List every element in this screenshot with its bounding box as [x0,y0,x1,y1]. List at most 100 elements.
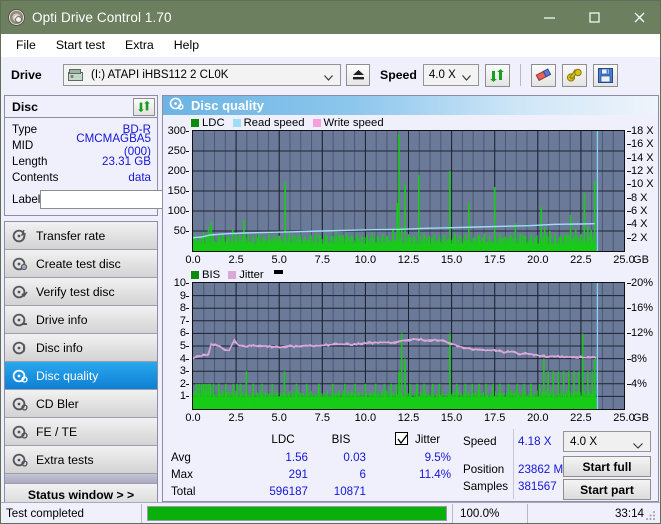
minimize-icon[interactable] [527,1,572,34]
c1-plot-ytick-right: 18 X [631,125,654,137]
chevron-down-icon [324,72,333,84]
jitter-checkbox[interactable] [395,432,408,445]
stats-row-avg-ldc: 1.56 [248,451,308,464]
sidebar-item-label: Transfer rate [36,229,105,243]
chart2-plot-area [192,282,625,410]
disc-row-length-key: Length [12,155,76,168]
legend-label-write-speed: Write speed [324,117,384,129]
start-full-button[interactable]: Start full [563,456,651,477]
sidebar-item-drive-info[interactable]: Drive info [5,306,157,334]
disc-quality-panel: Disc quality LDC Read speed Write speed … [162,95,659,502]
sidebar-item-disc-info[interactable]: Disc info [5,334,157,362]
c2-plot-xtick: 12.5 [398,412,419,424]
menu-item-start-test[interactable]: Start test [47,36,114,54]
nav-list: Transfer rate Create test disc Verify te… [4,221,158,507]
tick-mark [186,333,189,334]
test-speed-select[interactable]: 4.0 X [563,431,651,452]
tick-mark [186,151,189,152]
save-button[interactable] [593,64,618,87]
sidebar-item-label: Drive info [36,313,87,327]
tick-mark [186,321,189,322]
speed-select-value: 4.0 X [429,69,456,81]
tick-mark [186,171,189,172]
tools-button[interactable] [562,64,587,87]
c1-plot-svg [193,131,624,251]
chart1-plot-area [192,130,625,252]
speed-select[interactable]: 4.0 X [423,64,479,86]
sidebar-item-extra-tests[interactable]: Extra tests [5,446,157,474]
tick-mark [186,359,189,360]
stats-col-bis: BIS [316,433,366,446]
start-part-button[interactable]: Start part [563,479,651,500]
stats-row-avg-jitter: 9.5% [391,451,451,464]
c2-plot-xtick: 20.0 [527,412,548,424]
stats-col-ldc: LDC [258,433,308,446]
chart1-y-axis-right: 2 X4 X6 X8 X10 X12 X14 X16 X18 X [627,115,661,265]
tick-mark [186,384,189,385]
sidebar-item-cd-bler[interactable]: CD Bler [5,390,157,418]
c2-plot-xtick: 17.5 [484,412,505,424]
fe-te-icon [12,424,28,440]
tick-mark [627,211,631,212]
stats-separator [513,429,514,499]
c2-plot-xtick: 7.5 [315,412,330,424]
chart1-legend: LDC Read speed Write speed [191,116,392,129]
disc-row-contents: Contents data [12,169,151,185]
chart2-scale-marker [274,270,283,274]
progress-bar-fill [148,507,446,520]
resize-grip[interactable] [645,508,657,520]
menu-item-file[interactable]: File [7,36,45,54]
sidebar-item-transfer-rate[interactable]: Transfer rate [5,222,157,250]
disc-panel: Disc Type BD-R MID CMCMAGBA [4,95,158,216]
c1-plot-xtick: 0.0 [185,254,200,266]
progress-percent: 100.0% [453,507,527,520]
chart2-legend: BIS Jitter [191,268,283,281]
disc-refresh-button[interactable] [133,98,155,116]
tick-mark [627,131,631,132]
sidebar-item-label: Disc quality [36,369,98,383]
c2-plot-xtick: 25.0 [613,412,634,424]
tick-mark [627,359,631,360]
sidebar-item-label: Disc info [36,341,83,355]
cd-bler-icon [12,396,28,412]
c1-plot-ytick-right: 16 X [631,138,654,150]
c1-plot-ytick-right: 8 X [631,192,648,204]
eject-button[interactable] [346,64,370,86]
chart1-y-axis-left: 50100150200250300 [163,115,189,265]
c2-plot-xtick: 0.0 [185,412,200,424]
c1-plot-xtick: 15.0 [441,254,462,266]
window-title: Opti Drive Control 1.70 [32,10,172,25]
app-icon [8,9,25,26]
drive-icon [68,69,83,82]
stats-row-max-key: Max [171,468,193,481]
c1-plot-xtick: 7.5 [315,254,330,266]
c1-plot-ytick-left: 300 [168,125,186,137]
sidebar-item-disc-quality[interactable]: Disc quality [5,362,157,390]
close-icon[interactable] [617,1,661,34]
sidebar-item-fe-te[interactable]: FE / TE [5,418,157,446]
disc-info-icon [12,340,28,356]
toolbar-separator [520,64,521,86]
c1-plot-ytick-right: 14 X [631,152,654,164]
tick-mark [186,296,189,297]
legend-swatch-write-speed [313,119,321,127]
eraser-button[interactable] [531,64,556,87]
refresh-button[interactable] [485,64,510,87]
sidebar-item-create-test-disc[interactable]: Create test disc [5,250,157,278]
maximize-icon[interactable] [572,1,617,34]
disc-row-length: Length 23.31 GB [12,153,151,169]
disc-row-mid-key: MID [12,139,76,152]
tick-mark [627,283,631,284]
drive-select[interactable]: (I:) ATAPI iHBS112 2 CL0K [63,64,341,86]
sidebar-item-verify-test-disc[interactable]: Verify test disc [5,278,157,306]
tick-mark [186,131,189,132]
sidebar-item-label: CD Bler [36,397,79,411]
c2-plot-xtick: 15.0 [441,412,462,424]
menu-item-extra[interactable]: Extra [116,36,163,54]
chevron-down-icon [633,439,643,452]
c2-plot-xtick: 10.0 [355,412,376,424]
c2-plot-xtick: 5.0 [272,412,287,424]
menu-item-help[interactable]: Help [165,36,208,54]
c1-plot-ytick-right: 12 X [631,165,654,177]
legend-label-ldc: LDC [202,117,225,129]
